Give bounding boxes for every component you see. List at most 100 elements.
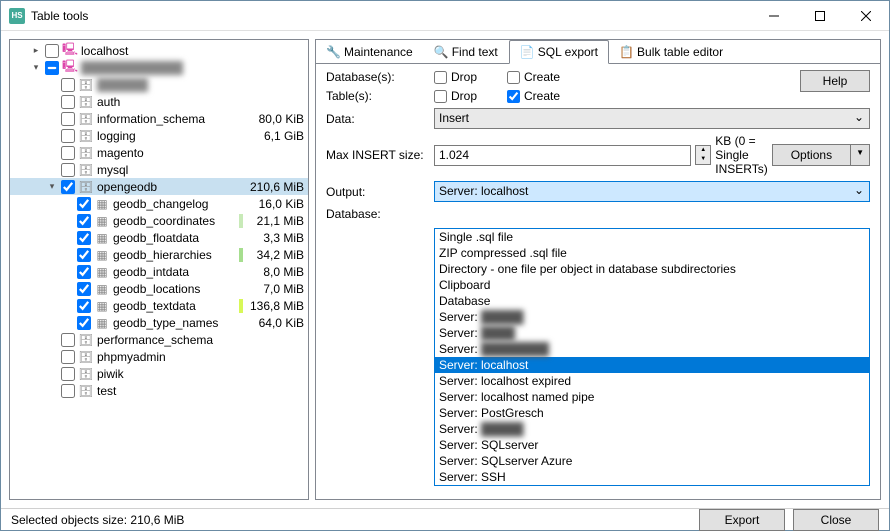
output-select[interactable]: Server: localhost (434, 181, 870, 202)
tree-database[interactable]: 🗄performance_schema (10, 331, 308, 348)
tab-find-text[interactable]: 🔍 Find text (424, 40, 509, 63)
tree-checkbox[interactable] (77, 248, 91, 262)
db-drop-checkbox[interactable] (434, 71, 447, 84)
tree-database[interactable]: 🗄opengeodb210,6 MiB (10, 178, 308, 195)
close-button[interactable]: Close (793, 509, 879, 531)
dropdown-option[interactable]: Server: localhost named pipe (435, 389, 869, 405)
tree-checkbox[interactable] (61, 129, 75, 143)
tree-caret-icon[interactable] (30, 45, 42, 56)
tree-table[interactable]: ▦geodb_intdata8,0 MiB (10, 263, 308, 280)
tree-database[interactable]: 🗄magento (10, 144, 308, 161)
tree-item-label: geodb_textdata (113, 299, 236, 313)
maxinsert-input[interactable] (434, 145, 691, 166)
dropdown-option[interactable]: Server: ████████ (435, 341, 869, 357)
tree-checkbox[interactable] (77, 265, 91, 279)
db-icon: 🗄 (78, 333, 94, 347)
tree-database[interactable]: 🗄auth (10, 93, 308, 110)
tab-maintenance[interactable]: 🔧 Maintenance (316, 40, 424, 63)
tree-checkbox[interactable] (77, 316, 91, 330)
tree-checkbox[interactable] (77, 214, 91, 228)
tree-checkbox[interactable] (61, 350, 75, 364)
tbl-drop-checkbox[interactable] (434, 90, 447, 103)
tree-checkbox[interactable] (77, 231, 91, 245)
tree-checkbox[interactable] (45, 61, 59, 75)
options-dropdown-button[interactable]: ▼ (851, 144, 870, 166)
tree-checkbox[interactable] (77, 299, 91, 313)
tree-item-label: opengeodb (97, 180, 236, 194)
tree-item-label: information_schema (97, 112, 236, 126)
tree-database[interactable]: 🗄test (10, 382, 308, 399)
tab-bulk-editor[interactable]: 📋 Bulk table editor (609, 40, 734, 63)
tree-caret-icon[interactable] (30, 62, 42, 73)
tbl-icon: ▦ (94, 248, 110, 262)
db-icon: 🗄 (78, 146, 94, 160)
output-dropdown-list[interactable]: Single .sql fileZIP compressed .sql file… (434, 228, 870, 486)
tab-sql-export[interactable]: 📄 SQL export (509, 40, 609, 64)
dropdown-option[interactable]: Directory - one file per object in datab… (435, 261, 869, 277)
tree-checkbox[interactable] (61, 163, 75, 177)
tree-database[interactable]: 🗄██████ (10, 76, 308, 93)
tree-database[interactable]: 🗄piwik (10, 365, 308, 382)
minimize-button[interactable] (751, 1, 797, 31)
db-drop-label: Drop (451, 70, 477, 84)
dropdown-option[interactable]: Server: SQLserver (435, 437, 869, 453)
object-tree[interactable]: 🖳localhost🖳████████████🗄██████🗄auth🗄info… (10, 40, 308, 499)
tree-checkbox[interactable] (61, 384, 75, 398)
tree-item-label: logging (97, 129, 236, 143)
tree-item-label: piwik (97, 367, 236, 381)
tbl-create-checkbox[interactable] (507, 90, 520, 103)
dropdown-option[interactable]: ZIP compressed .sql file (435, 245, 869, 261)
tree-item-label: geodb_floatdata (113, 231, 236, 245)
tree-table[interactable]: ▦geodb_floatdata3,3 MiB (10, 229, 308, 246)
tree-checkbox[interactable] (61, 95, 75, 109)
maxinsert-spinner[interactable]: ▲▼ (695, 145, 711, 165)
dropdown-option[interactable]: Server: localhost (435, 357, 869, 373)
dropdown-option[interactable]: Single .sql file (435, 229, 869, 245)
tree-item-size: 64,0 KiB (243, 316, 308, 330)
tree-host[interactable]: 🖳████████████ (10, 59, 308, 76)
dropdown-option[interactable]: Clipboard (435, 277, 869, 293)
options-button[interactable]: Options (772, 144, 851, 166)
tree-caret-icon[interactable] (46, 181, 58, 192)
tree-checkbox[interactable] (61, 180, 75, 194)
dropdown-option[interactable]: Server: localhost expired (435, 373, 869, 389)
tree-host[interactable]: 🖳localhost (10, 42, 308, 59)
table-icon: 📋 (619, 45, 633, 59)
tree-table[interactable]: ▦geodb_locations7,0 MiB (10, 280, 308, 297)
tree-checkbox[interactable] (61, 333, 75, 347)
tree-database[interactable]: 🗄information_schema80,0 KiB (10, 110, 308, 127)
dropdown-option[interactable]: Server: PostGresch (435, 405, 869, 421)
dropdown-option[interactable]: Server: █████ (435, 421, 869, 437)
tree-checkbox[interactable] (61, 112, 75, 126)
tree-checkbox[interactable] (61, 146, 75, 160)
tree-checkbox[interactable] (45, 44, 59, 58)
tree-checkbox[interactable] (77, 197, 91, 211)
dropdown-option[interactable]: Server: █████ (435, 309, 869, 325)
export-button[interactable]: Export (699, 509, 785, 531)
db-icon: 🗄 (78, 112, 94, 126)
size-bar (239, 95, 243, 109)
tree-database[interactable]: 🗄logging6,1 GiB (10, 127, 308, 144)
dropdown-option[interactable]: Server: SQLserver Azure (435, 453, 869, 469)
tree-checkbox[interactable] (77, 282, 91, 296)
tree-checkbox[interactable] (61, 78, 75, 92)
data-select[interactable]: Insert (434, 108, 870, 129)
db-icon: 🗄 (78, 78, 94, 92)
dropdown-option[interactable]: Server: SSH (435, 469, 869, 485)
dropdown-option[interactable]: Server: ████ (435, 325, 869, 341)
dropdown-option[interactable]: Database (435, 293, 869, 309)
db-create-checkbox[interactable] (507, 71, 520, 84)
tree-table[interactable]: ▦geodb_coordinates21,1 MiB (10, 212, 308, 229)
close-window-button[interactable] (843, 1, 889, 31)
tree-table[interactable]: ▦geodb_changelog16,0 KiB (10, 195, 308, 212)
help-button[interactable]: Help (800, 70, 870, 92)
tree-database[interactable]: 🗄phpmyadmin (10, 348, 308, 365)
tree-table[interactable]: ▦geodb_hierarchies34,2 MiB (10, 246, 308, 263)
tree-table[interactable]: ▦geodb_type_names64,0 KiB (10, 314, 308, 331)
tree-item-label: geodb_intdata (113, 265, 236, 279)
kb-hint: KB (0 = Single INSERTs) (715, 134, 767, 176)
tree-table[interactable]: ▦geodb_textdata136,8 MiB (10, 297, 308, 314)
maximize-button[interactable] (797, 1, 843, 31)
tree-database[interactable]: 🗄mysql (10, 161, 308, 178)
tree-checkbox[interactable] (61, 367, 75, 381)
